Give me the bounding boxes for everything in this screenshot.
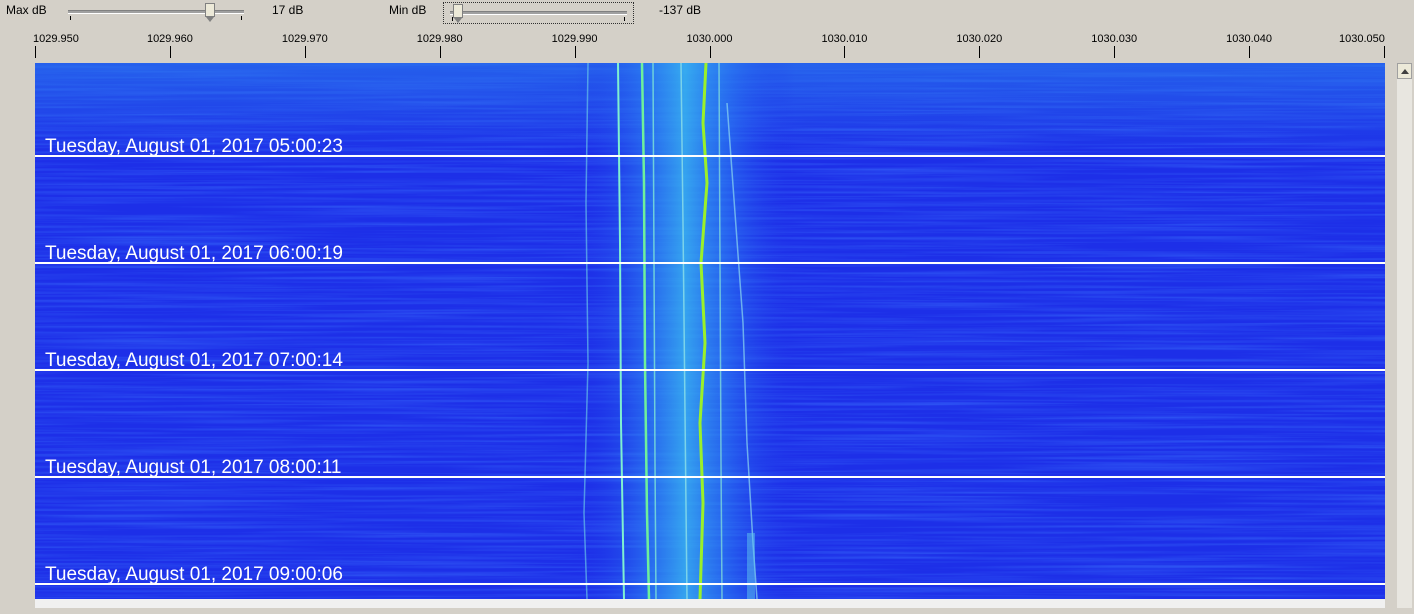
- slider-tick: [624, 17, 625, 21]
- max-db-value: 17 dB: [272, 3, 304, 17]
- waterfall-display[interactable]: Tuesday, August 01, 2017 05:00:23 Tuesday…: [35, 63, 1385, 599]
- frequency-tick-label: 1030.030: [1091, 33, 1138, 45]
- timestamp-label: Tuesday, August 01, 2017 08:00:11: [45, 457, 342, 478]
- min-db-slider-track: [450, 11, 627, 15]
- frequency-tick-label: 1030.050: [1339, 33, 1385, 45]
- max-db-label: Max dB: [6, 3, 47, 17]
- timestamp-line: [35, 262, 1385, 264]
- carrier-glow-band: [575, 63, 795, 599]
- frequency-tick-mark: [1114, 46, 1115, 58]
- frequency-tick-mark: [170, 46, 171, 58]
- max-db-slider-thumb[interactable]: [205, 3, 215, 22]
- frequency-tick-label: 1029.980: [416, 33, 463, 45]
- frequency-tick-mark: [979, 46, 980, 58]
- waterfall-bottom-edge: [35, 599, 1385, 608]
- waterfall-controls: Max dB 17 dB Min dB -137 dB: [0, 0, 1414, 26]
- frequency-tick-mark: [710, 46, 711, 58]
- timestamp-label: Tuesday, August 01, 2017 07:00:14: [45, 350, 343, 371]
- frequency-tick-label: 1029.990: [551, 33, 598, 45]
- min-db-slider-thumb[interactable]: [453, 4, 463, 23]
- frequency-ruler: 1029.950 1029.960 1029.970 1029.980 1029.990…: [0, 28, 1414, 60]
- timestamp-label: Tuesday, August 01, 2017 05:00:23: [45, 136, 343, 157]
- min-db-slider[interactable]: [443, 2, 634, 24]
- timestamp-line: [35, 155, 1385, 157]
- frequency-tick-mark: [844, 46, 845, 58]
- min-db-label: Min dB: [389, 3, 427, 17]
- timestamp-line: [35, 476, 1385, 478]
- frequency-tick-mark: [440, 46, 441, 58]
- min-db-value: -137 dB: [659, 3, 702, 17]
- timestamp-label: Tuesday, August 01, 2017 09:00:06: [45, 564, 343, 585]
- frequency-tick-label: 1030.020: [956, 33, 1003, 45]
- scroll-up-arrow-icon[interactable]: [1397, 63, 1412, 79]
- frequency-tick-label: 1029.950: [33, 33, 79, 45]
- frequency-tick-label: 1030.010: [821, 33, 868, 45]
- max-db-slider-track: [68, 10, 244, 14]
- frequency-tick-mark: [1384, 46, 1385, 58]
- timestamp-label: Tuesday, August 01, 2017 06:00:19: [45, 243, 343, 264]
- frequency-tick-label: 1030.000: [686, 33, 733, 45]
- timestamp-line: [35, 369, 1385, 371]
- frequency-tick-mark: [575, 46, 576, 58]
- vertical-scrollbar[interactable]: [1397, 63, 1412, 608]
- frequency-tick-mark: [1249, 46, 1250, 58]
- frequency-tick-mark: [305, 46, 306, 58]
- frequency-tick-label: 1029.960: [146, 33, 193, 45]
- max-db-slider[interactable]: [68, 2, 244, 22]
- slider-tick: [70, 16, 71, 20]
- frequency-tick-label: 1029.970: [281, 33, 328, 45]
- frequency-tick-label: 1030.040: [1226, 33, 1273, 45]
- frequency-tick-mark: [35, 46, 36, 58]
- timestamp-line: [35, 583, 1385, 585]
- slider-tick: [241, 16, 242, 20]
